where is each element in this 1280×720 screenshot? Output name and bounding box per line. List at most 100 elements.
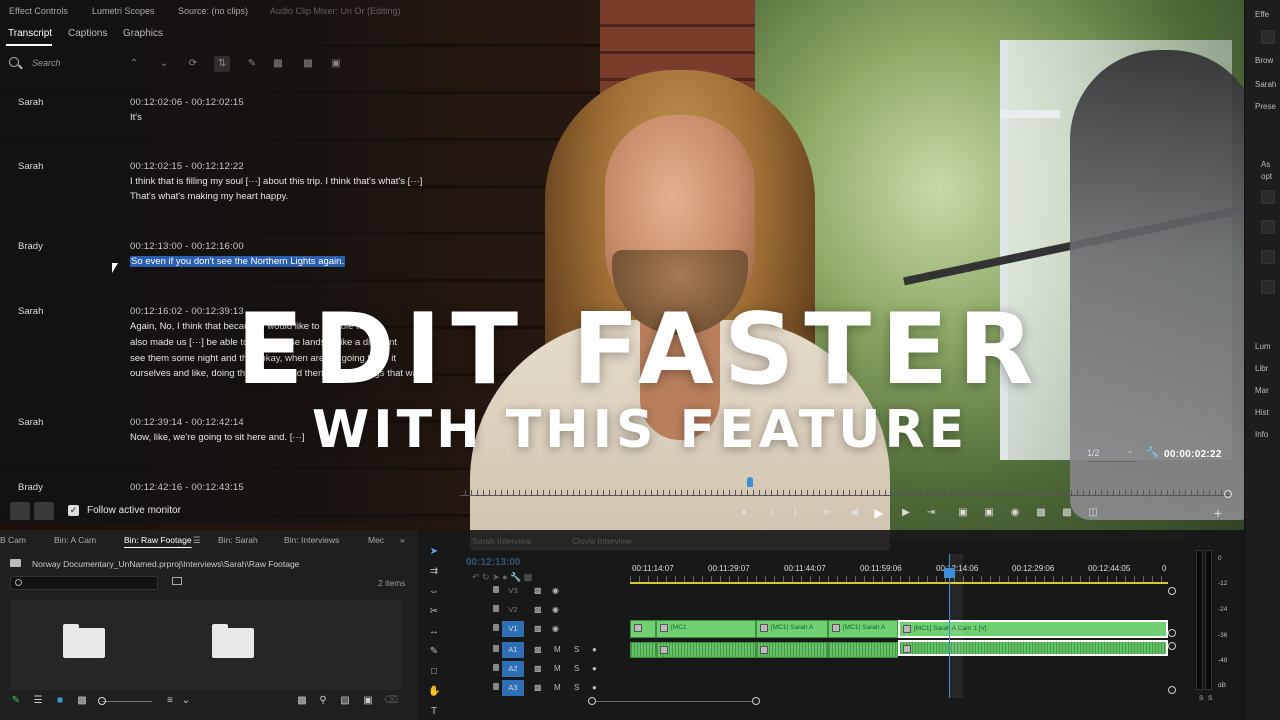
follow-monitor-checkbox[interactable]: ✓ — [68, 505, 79, 516]
panel-history[interactable]: Hist — [1255, 408, 1269, 417]
selection-tool-icon[interactable]: ➤ — [428, 546, 440, 558]
tab-sequence[interactable]: Clovis Interview — [572, 536, 632, 546]
program-playhead[interactable] — [747, 477, 753, 487]
step-forward-icon[interactable]: ▶ — [899, 506, 913, 520]
panel-field[interactable] — [1261, 250, 1275, 264]
tab-effect-controls[interactable]: Effect Controls — [9, 6, 68, 16]
speaker-name[interactable]: Sarah — [18, 97, 43, 108]
lock-icon[interactable] — [493, 624, 499, 631]
timeline-zoom-scrollbar[interactable] — [588, 698, 758, 702]
sync-lock-icon[interactable]: ▩ — [534, 645, 542, 654]
sync-lock-icon[interactable]: ▩ — [534, 683, 542, 692]
transcript-line[interactable]: Now, like, we're going to sit here and. … — [130, 432, 304, 443]
find-icon[interactable]: ⚲ — [317, 696, 329, 706]
zoom-slider-knob[interactable] — [98, 697, 106, 705]
panel-field[interactable] — [1261, 280, 1275, 294]
transcript-line[interactable]: ourselves and like, doing things right a… — [130, 368, 423, 379]
panel-presets[interactable]: Prese — [1255, 102, 1276, 111]
chevron-up-icon[interactable]: ⌃ — [126, 56, 142, 72]
track-name[interactable]: A2 — [502, 661, 524, 677]
speaker-name[interactable]: Sarah — [18, 306, 43, 317]
mute-button[interactable]: M — [554, 664, 561, 673]
sync-lock-icon[interactable]: ▩ — [534, 624, 542, 633]
solo-right-button[interactable]: S — [1208, 695, 1212, 702]
project-search-field[interactable] — [10, 576, 158, 590]
track-end-handle[interactable] — [1168, 686, 1176, 694]
search-input[interactable] — [32, 55, 112, 71]
transcript-options-button[interactable] — [10, 502, 30, 520]
tab-bin-a-cam[interactable]: Bin: A Cam — [54, 535, 96, 545]
tab-sequence[interactable]: Sarah Interview — [472, 536, 531, 546]
track-end-handle[interactable] — [1168, 587, 1176, 595]
selected-transcript-line[interactable]: So even if you don't see the Northern Li… — [130, 256, 346, 267]
track-name[interactable]: V2 — [502, 602, 524, 618]
mic-icon[interactable]: ● — [592, 645, 597, 654]
lock-icon[interactable] — [493, 586, 499, 593]
razor-icon[interactable]: ✂ — [428, 606, 440, 618]
tab-captions[interactable]: Captions — [68, 28, 107, 39]
chevron-down-icon[interactable]: ⌄ — [156, 56, 172, 72]
automate-icon[interactable]: ▩ — [296, 696, 308, 706]
scroll-left-handle[interactable] — [588, 697, 596, 705]
speaker-name[interactable]: Brady — [18, 482, 43, 493]
step-back-icon[interactable]: ◀ — [847, 506, 861, 520]
transcript-line[interactable]: Again, No, I think that because I would … — [130, 321, 364, 332]
merge-icon[interactable]: ▩ — [300, 56, 316, 72]
speaker-name[interactable]: Sarah — [18, 417, 43, 428]
slip-icon[interactable]: ↔ — [428, 626, 440, 638]
tab-lumetri-scopes[interactable]: Lumetri Scopes — [92, 6, 155, 16]
tab-bin-sarah[interactable]: Bin: Sarah — [218, 535, 258, 545]
more-tabs-icon[interactable]: » — [400, 535, 405, 545]
scrub-end-handle[interactable] — [1224, 490, 1232, 498]
timeline-timecode[interactable]: 00:12:13:00 — [466, 557, 520, 568]
track-name[interactable]: V1 — [502, 621, 524, 637]
lock-icon[interactable] — [493, 664, 499, 671]
rectangle-icon[interactable]: □ — [428, 666, 440, 678]
lift-icon[interactable]: ▣ — [956, 506, 970, 520]
trash-icon[interactable]: ⌫ — [384, 696, 398, 706]
marker-icon[interactable]: ● — [737, 506, 751, 520]
track-select-icon[interactable]: ⇉ — [428, 566, 440, 578]
mark-in-icon[interactable]: { — [765, 506, 779, 520]
panel-sarah[interactable]: Sarah — [1255, 80, 1276, 89]
lock-icon[interactable] — [493, 605, 499, 612]
pencil-icon[interactable]: ✎ — [244, 56, 260, 72]
list-view-icon[interactable]: ☰ — [32, 696, 44, 706]
track-name[interactable]: A1 — [502, 642, 524, 658]
program-timecode[interactable]: 00:00:02:22 — [1164, 449, 1222, 460]
eye-icon[interactable]: ◉ — [552, 586, 559, 595]
mute-button[interactable]: M — [554, 683, 561, 692]
play-button[interactable]: ▶ — [872, 506, 886, 520]
program-scrub-bar[interactable] — [460, 490, 1230, 496]
eye-icon[interactable]: ◉ — [552, 605, 559, 614]
caption-icon[interactable]: ▣ — [328, 56, 344, 72]
transcript-line[interactable]: also made us [···] be able to make those… — [130, 337, 397, 348]
work-area-bar[interactable] — [630, 582, 1168, 584]
wrench-icon[interactable]: 🔧 — [1146, 446, 1160, 459]
audio-clip[interactable] — [656, 642, 756, 658]
audio-clip[interactable] — [756, 642, 828, 658]
playhead-line[interactable] — [949, 554, 950, 698]
go-to-in-icon[interactable]: ⇤ — [821, 506, 835, 520]
video-clip[interactable] — [630, 620, 656, 638]
speaker-name[interactable]: Brady — [18, 241, 43, 252]
lock-icon[interactable] — [493, 683, 499, 690]
transcript-line[interactable]: see them some night and then okay, when … — [130, 353, 396, 364]
sync-lock-icon[interactable]: ▩ — [534, 605, 542, 614]
transcript-line[interactable]: That's what's making my heart happy. — [130, 191, 288, 202]
transcript-layout-button[interactable] — [34, 502, 54, 520]
extract-icon[interactable]: ▣ — [982, 506, 996, 520]
audio-clip[interactable] — [630, 642, 656, 658]
chevron-down-icon[interactable]: ⌄ — [180, 696, 192, 706]
mute-button[interactable]: M — [554, 645, 561, 654]
time-ruler[interactable]: 00:11:14:07 00:11:29:07 00:11:44:07 00:1… — [630, 562, 1170, 584]
ripple-edit-icon[interactable]: ⇔ — [428, 586, 440, 598]
panel-lumetri[interactable]: Lum — [1255, 342, 1271, 351]
sort-icon[interactable]: ≡ — [164, 696, 176, 706]
panel-toggle[interactable] — [1261, 30, 1275, 44]
tab-transcript[interactable]: Transcript — [8, 28, 52, 39]
video-clip[interactable]: [MC1 — [656, 620, 756, 638]
hamburger-icon[interactable]: ☰ — [193, 535, 201, 546]
video-clip[interactable]: [MC1] Sarah A — [828, 620, 898, 638]
tab-bin-raw-footage[interactable]: Bin: Raw Footage — [124, 535, 192, 545]
